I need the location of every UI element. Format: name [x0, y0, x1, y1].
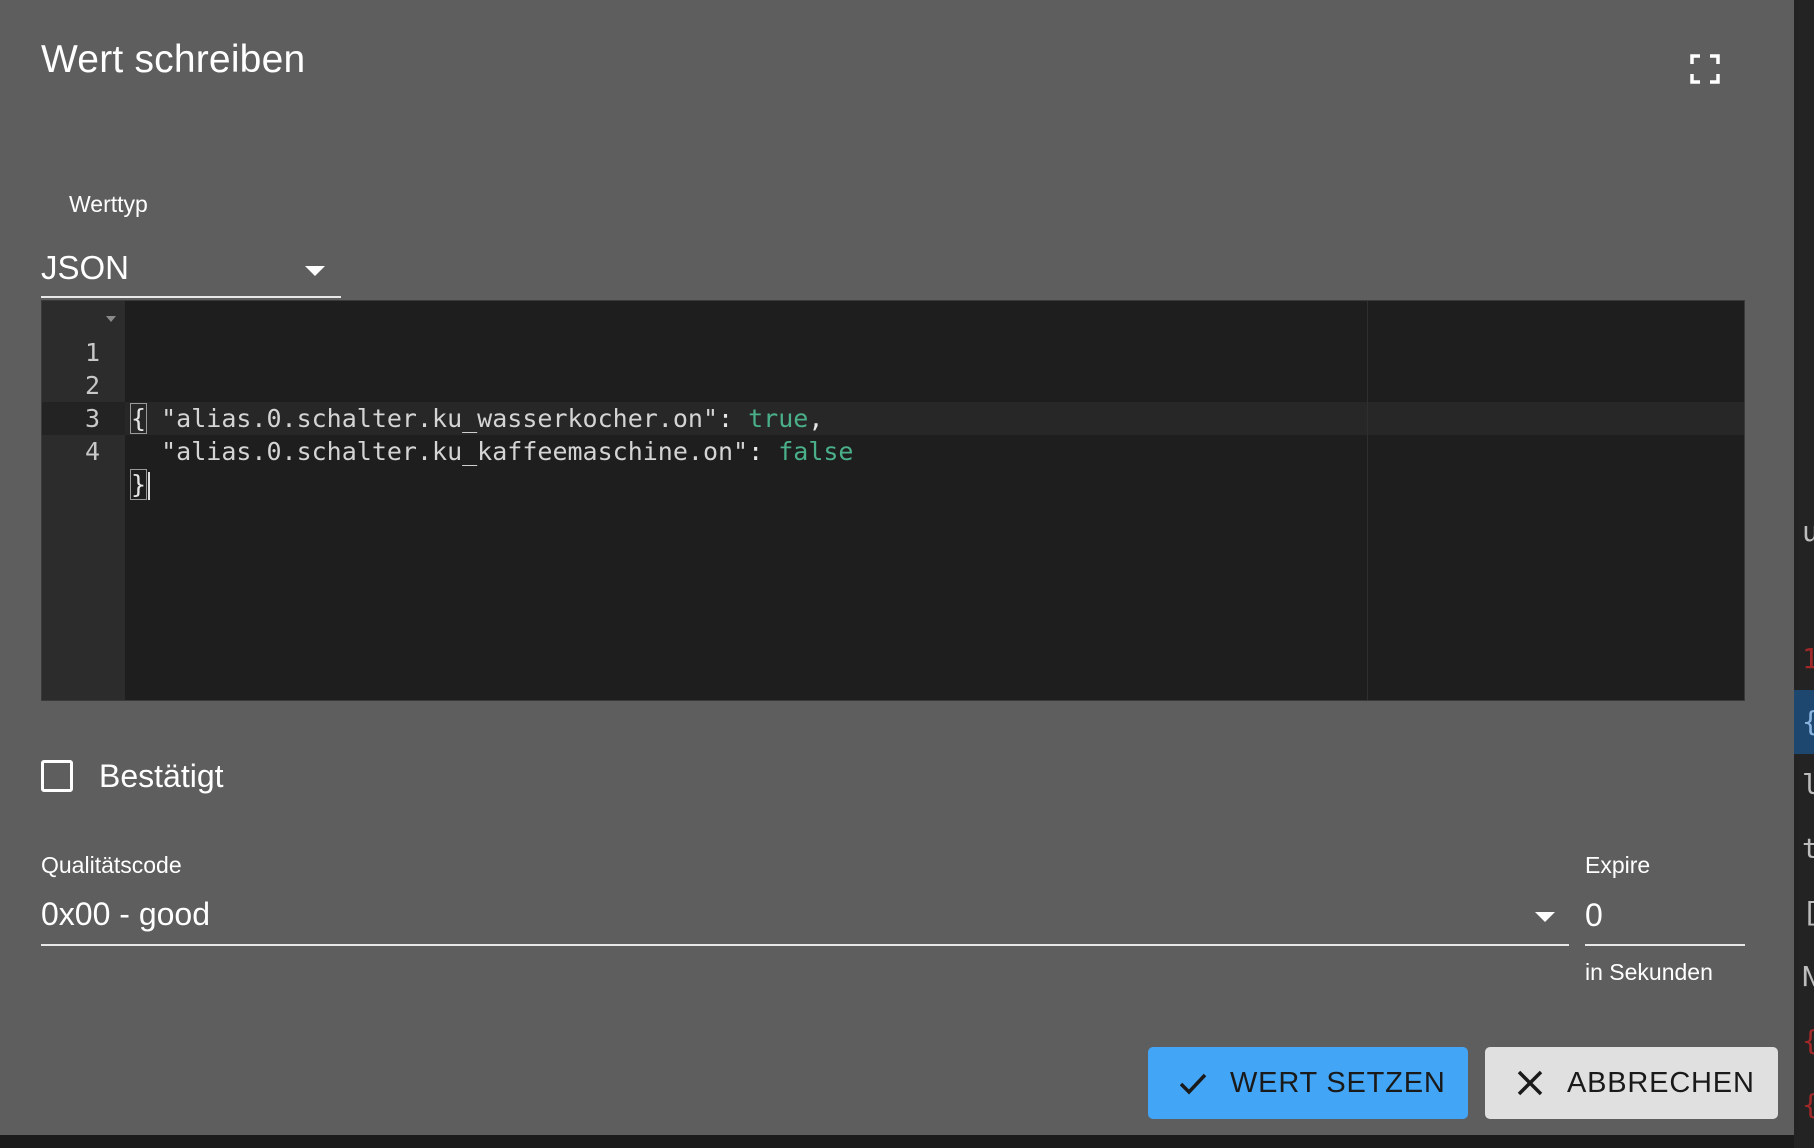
code-separator: : — [748, 437, 779, 466]
close-icon — [1513, 1066, 1547, 1100]
code-text: } — [129, 468, 151, 501]
value-type-select[interactable]: JSON — [41, 240, 341, 298]
expire-label: Expire — [1585, 852, 1651, 878]
quality-code-selected: 0x00 - good — [41, 896, 211, 932]
set-value-button-label: WERT SETZEN — [1230, 1066, 1446, 1099]
text-cursor — [148, 472, 151, 500]
acknowledged-checkbox[interactable] — [41, 760, 73, 792]
acknowledged-label: Bestätigt — [99, 757, 224, 794]
editor-print-margin — [1367, 301, 1368, 700]
dialog-title: Wert schreiben — [41, 38, 306, 81]
value-type-selected: JSON — [41, 249, 130, 286]
json-code-editor[interactable]: 1 { 2 "alias.0.schalter.ku_wasserkocher.… — [41, 300, 1745, 701]
chevron-down-icon — [1535, 912, 1555, 922]
cancel-button-label: ABBRECHEN — [1567, 1066, 1755, 1099]
quality-code-label: Qualitätscode — [41, 852, 182, 878]
code-text: "alias.0.schalter.ku_kaffeemaschine.on":… — [131, 435, 853, 468]
code-brace: } — [129, 469, 148, 500]
fullscreen-button[interactable] — [1680, 46, 1730, 92]
expire-input[interactable] — [1585, 886, 1745, 946]
code-text: "alias.0.schalter.ku_wasserkocher.on": t… — [131, 402, 823, 435]
chevron-down-icon — [305, 266, 325, 276]
fullscreen-icon — [1690, 54, 1720, 84]
code-value: true — [748, 404, 809, 433]
background-app-strip: u 1 { l t [ N { { — [1794, 0, 1814, 1148]
acknowledged-checkbox-row[interactable]: Bestätigt — [41, 756, 224, 796]
expire-helper-text: in Sekunden — [1585, 959, 1713, 985]
code-separator: : — [718, 404, 749, 433]
editor-line: 3 "alias.0.schalter.ku_kaffeemaschine.on… — [42, 369, 854, 466]
cancel-button[interactable]: ABBRECHEN — [1485, 1047, 1778, 1119]
code-key: "alias.0.schalter.ku_wasserkocher.on" — [161, 404, 719, 433]
check-icon — [1176, 1066, 1210, 1100]
write-value-dialog: Wert schreiben Werttyp JSON 1 { 2 "alias… — [0, 0, 1794, 1135]
code-key: "alias.0.schalter.ku_kaffeemaschine.on" — [161, 437, 749, 466]
editor-line: 2 "alias.0.schalter.ku_wasserkocher.on":… — [42, 336, 823, 433]
set-value-button[interactable]: WERT SETZEN — [1148, 1047, 1468, 1119]
quality-code-select[interactable]: 0x00 - good — [41, 886, 1569, 946]
editor-line: 4 } — [42, 402, 151, 500]
code-value: false — [778, 437, 854, 466]
value-type-label: Werttyp — [69, 191, 148, 217]
fold-arrow-icon[interactable] — [106, 316, 116, 322]
editor-line: 1 { — [42, 303, 148, 434]
code-trail: , — [808, 404, 824, 433]
line-number: 4 — [84, 437, 100, 466]
